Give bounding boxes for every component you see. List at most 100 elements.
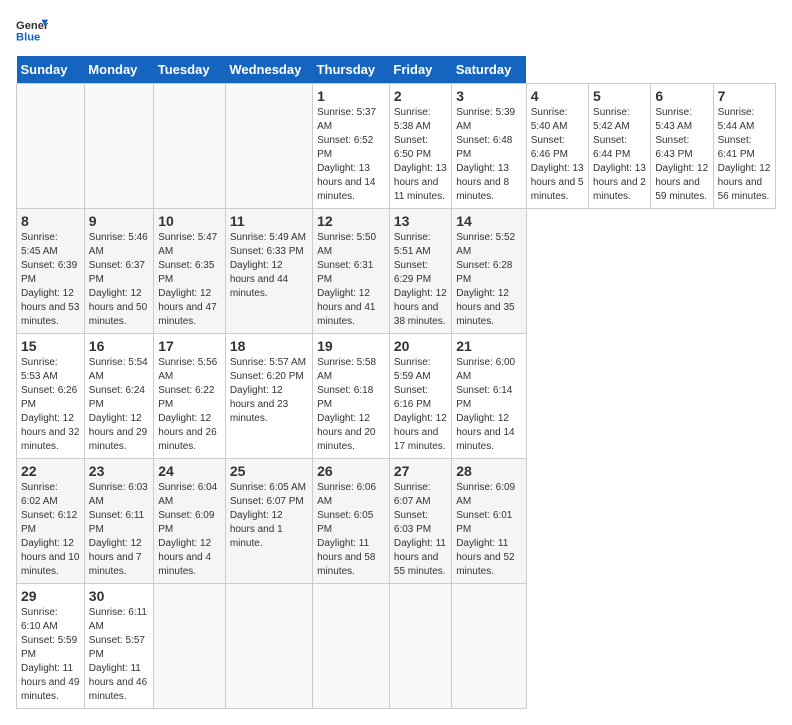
day-number: 26	[317, 463, 385, 479]
day-info: Sunrise: 5:40 AMSunset: 6:46 PMDaylight:…	[531, 106, 584, 204]
calendar-cell: 11 Sunrise: 5:49 AMSunset: 6:33 PMDayligh…	[225, 209, 312, 334]
week-row-4: 22 Sunrise: 6:02 AMSunset: 6:12 PMDayligh…	[17, 459, 776, 584]
day-info: Sunrise: 6:09 AMSunset: 6:01 PMDaylight:…	[456, 481, 522, 579]
day-info: Sunrise: 5:56 AMSunset: 6:22 PMDaylight:…	[158, 356, 221, 454]
calendar-cell: 10 Sunrise: 5:47 AMSunset: 6:35 PMDayligh…	[154, 209, 226, 334]
calendar-cell: 17 Sunrise: 5:56 AMSunset: 6:22 PMDayligh…	[154, 334, 226, 459]
calendar-cell: 3Sunrise: 5:39 AMSunset: 6:48 PMDaylight…	[452, 84, 527, 209]
calendar-cell: 24 Sunrise: 6:04 AMSunset: 6:09 PMDayligh…	[154, 459, 226, 584]
weekday-header-wednesday: Wednesday	[225, 56, 312, 84]
day-number: 2	[394, 88, 447, 104]
day-info: Sunrise: 5:59 AMSunset: 6:16 PMDaylight:…	[394, 356, 447, 454]
day-number: 25	[230, 463, 308, 479]
calendar-cell: 20Sunrise: 5:59 AMSunset: 6:16 PMDayligh…	[389, 334, 451, 459]
day-info: Sunrise: 5:49 AMSunset: 6:33 PMDaylight:…	[230, 231, 308, 301]
day-number: 4	[531, 88, 584, 104]
day-info: Sunrise: 5:38 AMSunset: 6:50 PMDaylight:…	[394, 106, 447, 204]
calendar-cell: 30Sunrise: 6:11 AMSunset: 5:57 PMDayligh…	[84, 584, 153, 709]
day-info: Sunrise: 6:04 AMSunset: 6:09 PMDaylight:…	[158, 481, 221, 579]
day-number: 6	[655, 88, 708, 104]
calendar-cell: 6 Sunrise: 5:43 AMSunset: 6:43 PMDaylight…	[651, 84, 713, 209]
day-info: Sunrise: 5:44 AMSunset: 6:41 PMDaylight:…	[718, 106, 771, 204]
day-number: 10	[158, 213, 221, 229]
calendar-cell	[452, 584, 527, 709]
page-header: General Blue	[16, 16, 776, 44]
day-info: Sunrise: 6:03 AMSunset: 6:11 PMDaylight:…	[89, 481, 149, 579]
day-number: 5	[593, 88, 646, 104]
weekday-header-sunday: Sunday	[17, 56, 85, 84]
day-number: 21	[456, 338, 522, 354]
day-info: Sunrise: 6:06 AMSunset: 6:05 PMDaylight:…	[317, 481, 385, 579]
week-row-2: 8 Sunrise: 5:45 AMSunset: 6:39 PMDaylight…	[17, 209, 776, 334]
calendar-cell: 8 Sunrise: 5:45 AMSunset: 6:39 PMDaylight…	[17, 209, 85, 334]
calendar-cell	[154, 584, 226, 709]
calendar-cell	[225, 84, 312, 209]
day-info: Sunrise: 5:54 AMSunset: 6:24 PMDaylight:…	[89, 356, 149, 454]
day-number: 14	[456, 213, 522, 229]
calendar-cell	[313, 584, 390, 709]
day-info: Sunrise: 5:58 AMSunset: 6:18 PMDaylight:…	[317, 356, 385, 454]
day-info: Sunrise: 6:10 AMSunset: 5:59 PMDaylight:…	[21, 606, 80, 704]
calendar-cell: 27 Sunrise: 6:07 AMSunset: 6:03 PMDayligh…	[389, 459, 451, 584]
weekday-header-friday: Friday	[389, 56, 451, 84]
calendar-cell: 23 Sunrise: 6:03 AMSunset: 6:11 PMDayligh…	[84, 459, 153, 584]
day-number: 1	[317, 88, 385, 104]
day-number: 9	[89, 213, 149, 229]
day-info: Sunrise: 5:53 AMSunset: 6:26 PMDaylight:…	[21, 356, 80, 454]
day-info: Sunrise: 6:07 AMSunset: 6:03 PMDaylight:…	[394, 481, 447, 579]
calendar-cell: 14 Sunrise: 5:52 AMSunset: 6:28 PMDayligh…	[452, 209, 527, 334]
day-number: 11	[230, 213, 308, 229]
calendar-cell: 5 Sunrise: 5:42 AMSunset: 6:44 PMDaylight…	[589, 84, 651, 209]
day-number: 8	[21, 213, 80, 229]
day-info: Sunrise: 5:57 AMSunset: 6:20 PMDaylight:…	[230, 356, 308, 426]
day-number: 22	[21, 463, 80, 479]
calendar-cell: 16Sunrise: 5:54 AMSunset: 6:24 PMDayligh…	[84, 334, 153, 459]
day-number: 30	[89, 588, 149, 604]
calendar-cell: 19 Sunrise: 5:58 AMSunset: 6:18 PMDayligh…	[313, 334, 390, 459]
day-number: 28	[456, 463, 522, 479]
day-number: 27	[394, 463, 447, 479]
day-number: 18	[230, 338, 308, 354]
day-info: Sunrise: 6:02 AMSunset: 6:12 PMDaylight:…	[21, 481, 80, 579]
week-row-1: 1 Sunrise: 5:37 AMSunset: 6:52 PMDaylight…	[17, 84, 776, 209]
day-info: Sunrise: 6:00 AMSunset: 6:14 PMDaylight:…	[456, 356, 522, 454]
day-info: Sunrise: 5:43 AMSunset: 6:43 PMDaylight:…	[655, 106, 708, 204]
weekday-header-thursday: Thursday	[313, 56, 390, 84]
calendar-cell: 4 Sunrise: 5:40 AMSunset: 6:46 PMDaylight…	[526, 84, 588, 209]
calendar-cell: 13 Sunrise: 5:51 AMSunset: 6:29 PMDayligh…	[389, 209, 451, 334]
calendar-cell: 29 Sunrise: 6:10 AMSunset: 5:59 PMDayligh…	[17, 584, 85, 709]
weekday-header-monday: Monday	[84, 56, 153, 84]
week-row-3: 15Sunrise: 5:53 AMSunset: 6:26 PMDayligh…	[17, 334, 776, 459]
calendar-cell: 12 Sunrise: 5:50 AMSunset: 6:31 PMDayligh…	[313, 209, 390, 334]
logo: General Blue	[16, 16, 54, 44]
day-info: Sunrise: 5:50 AMSunset: 6:31 PMDaylight:…	[317, 231, 385, 329]
day-number: 17	[158, 338, 221, 354]
calendar-cell: 9 Sunrise: 5:46 AMSunset: 6:37 PMDaylight…	[84, 209, 153, 334]
logo-icon: General Blue	[16, 16, 48, 44]
calendar-cell	[225, 584, 312, 709]
calendar-cell	[17, 84, 85, 209]
calendar-cell: 7Sunrise: 5:44 AMSunset: 6:41 PMDaylight…	[713, 84, 775, 209]
calendar-table: SundayMondayTuesdayWednesdayThursdayFrid…	[16, 56, 776, 709]
day-info: Sunrise: 5:51 AMSunset: 6:29 PMDaylight:…	[394, 231, 447, 329]
calendar-cell	[389, 584, 451, 709]
day-info: Sunrise: 5:37 AMSunset: 6:52 PMDaylight:…	[317, 106, 385, 204]
weekday-header-row: SundayMondayTuesdayWednesdayThursdayFrid…	[17, 56, 776, 84]
weekday-header-saturday: Saturday	[452, 56, 527, 84]
day-number: 23	[89, 463, 149, 479]
calendar-cell: 1 Sunrise: 5:37 AMSunset: 6:52 PMDaylight…	[313, 84, 390, 209]
day-number: 19	[317, 338, 385, 354]
day-number: 13	[394, 213, 447, 229]
day-number: 29	[21, 588, 80, 604]
calendar-cell: 25Sunrise: 6:05 AMSunset: 6:07 PMDayligh…	[225, 459, 312, 584]
day-info: Sunrise: 5:52 AMSunset: 6:28 PMDaylight:…	[456, 231, 522, 329]
day-info: Sunrise: 5:45 AMSunset: 6:39 PMDaylight:…	[21, 231, 80, 329]
weekday-header-tuesday: Tuesday	[154, 56, 226, 84]
day-info: Sunrise: 5:42 AMSunset: 6:44 PMDaylight:…	[593, 106, 646, 204]
calendar-cell: 28 Sunrise: 6:09 AMSunset: 6:01 PMDayligh…	[452, 459, 527, 584]
day-info: Sunrise: 5:47 AMSunset: 6:35 PMDaylight:…	[158, 231, 221, 329]
day-number: 12	[317, 213, 385, 229]
day-number: 24	[158, 463, 221, 479]
day-info: Sunrise: 5:46 AMSunset: 6:37 PMDaylight:…	[89, 231, 149, 329]
calendar-cell: 18 Sunrise: 5:57 AMSunset: 6:20 PMDayligh…	[225, 334, 312, 459]
